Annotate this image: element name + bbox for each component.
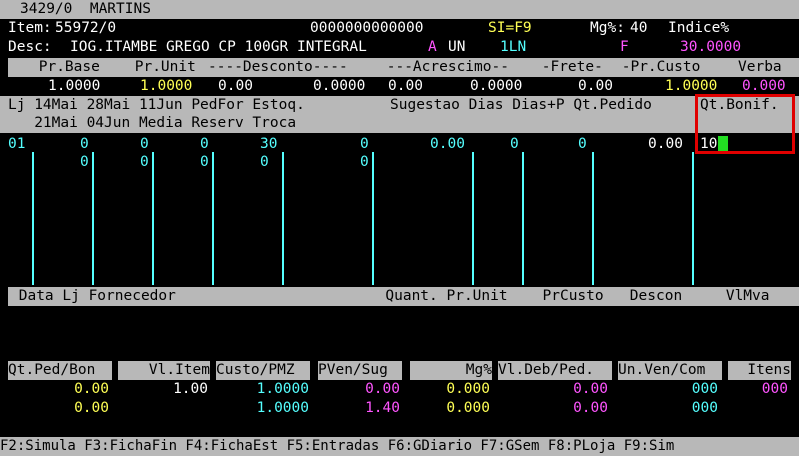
col-verba: Verba	[738, 59, 782, 75]
stock-row-2: 0 0 0 0 0	[0, 153, 799, 172]
qt-bonif-highlight	[695, 94, 795, 154]
v14mai: 0	[80, 136, 89, 152]
v11jun: 0	[200, 136, 209, 152]
col-vl-item: Vl.Item	[118, 361, 210, 380]
window-title: 3429/0 MARTINS	[20, 1, 151, 17]
un-ven-value: 000	[691, 381, 718, 397]
frete-value[interactable]: 0.00	[578, 77, 613, 96]
stock-header-line1: Lj 14Mai 28Mai 11Jun PedFor Estoq.	[8, 97, 305, 113]
column-divider	[592, 152, 594, 285]
si-indicator: SI=F9	[488, 20, 532, 36]
acrescimo2-value[interactable]: 0.0000	[470, 77, 522, 96]
column-divider	[212, 152, 214, 285]
col-acrescimo: ---Acrescimo--	[378, 59, 509, 75]
v21mai: 0	[80, 154, 89, 170]
mg-value: 0.000	[446, 381, 490, 397]
lot: 1LN	[500, 39, 527, 55]
indice-value: 30.0000	[680, 39, 742, 55]
product-code: 0000000000000	[310, 20, 424, 36]
pedfor-value: 30	[260, 136, 278, 152]
col-desconto: ----Desconto----	[208, 59, 348, 75]
column-divider	[32, 152, 34, 285]
desc-label: Desc:	[8, 39, 52, 55]
vl-item-value: 1.00	[173, 381, 208, 397]
product-description: IOG.ITAMBE GREGO CP 100GR INTEGRAL	[70, 39, 367, 55]
stock-header: Lj 14Mai 28Mai 11Jun PedFor Estoq. Suges…	[0, 96, 799, 133]
itens-value: 000	[761, 381, 788, 397]
pr-base-value[interactable]: 1.0000	[48, 77, 100, 96]
column-divider	[152, 152, 154, 285]
function-key-bar: F2:Simula F3:FichaFin F4:FichaEst F5:Ent…	[0, 437, 799, 456]
estoq-value: 0	[360, 136, 369, 152]
lj-value: 01	[8, 136, 26, 152]
item-label: Item:	[8, 20, 52, 36]
v28mai: 0	[140, 136, 149, 152]
stock-header-line2: 21Mai 04Jun Media Reserv Troca	[8, 115, 297, 131]
pven-value: 0.00	[365, 381, 400, 397]
sug-value: 1.40	[365, 400, 400, 416]
v04jun: 0	[140, 154, 149, 170]
diasp-value: 0	[578, 136, 587, 152]
col-pr-custo: -Pr.Custo	[613, 59, 701, 75]
price-values: 1.0000 1.0000 0.00 0.0000 0.00 0.0000 0.…	[0, 77, 799, 96]
dias-value: 0	[510, 136, 519, 152]
margin-label: Mg%:	[590, 20, 625, 36]
col-frete: -Frete-	[533, 59, 603, 75]
troca-value: 0	[360, 154, 369, 170]
history-header: Data Lj Fornecedor Quant. Pr.Unit PrCust…	[8, 287, 799, 306]
column-divider	[472, 152, 474, 285]
com-value: 000	[691, 400, 718, 416]
media-value: 0	[200, 154, 209, 170]
column-divider	[522, 152, 524, 285]
function-keys[interactable]: F2:Simula F3:FichaFin F4:FichaEst F5:Ent…	[0, 437, 674, 456]
qt-ped-value: 0.00	[74, 381, 109, 397]
desconto2-value[interactable]: 0.0000	[313, 77, 365, 96]
totals-header: Qt.Ped/Bon Vl.Item Custo/PMZ PVen/Sug Mg…	[0, 361, 799, 380]
price-header: Pr.Base Pr.Unit ----Desconto---- ---Acre…	[8, 58, 799, 77]
column-divider	[692, 152, 694, 285]
vl-deb-value: 0.00	[573, 381, 608, 397]
title-bar: 3429/0 MARTINS	[0, 0, 799, 19]
ped-value: 0.00	[573, 400, 608, 416]
col-vl-deb-ped: Vl.Deb/Ped.	[498, 361, 612, 380]
col-un-ven-com: Un.Ven/Com	[618, 361, 722, 380]
indice-label: Indice%	[668, 20, 730, 36]
col-itens: Itens	[728, 361, 791, 380]
col-pven-sug: PVen/Sug	[318, 361, 402, 380]
totals-row-1: 0.00 1.00 1.0000 0.00 0.000 0.00 000 000	[0, 380, 799, 399]
flag-a: A	[428, 39, 437, 55]
col-pr-base: Pr.Base	[30, 59, 100, 75]
col-pr-unit: Pr.Unit	[126, 59, 196, 75]
sugestao-value: 0.00	[430, 136, 465, 152]
col-qt-ped-bon: Qt.Ped/Bon	[8, 361, 112, 380]
mg2-value: 0.000	[446, 400, 490, 416]
qtpedido-value[interactable]: 0.00	[648, 135, 683, 154]
custo-value: 1.0000	[256, 381, 309, 397]
margin-value: 40	[630, 20, 648, 36]
item-row: Item: 55972/0 0000000000000 SI=F9 Mg%: 4…	[0, 19, 799, 38]
unit: UN	[448, 39, 466, 55]
column-divider	[92, 152, 94, 285]
stock-row-1: 01 0 0 0 30 0 0.00 0 0 0.00 10	[0, 135, 799, 154]
bon-value: 0.00	[74, 400, 109, 416]
acrescimo-value[interactable]: 0.00	[388, 77, 423, 96]
history-columns: Data Lj Fornecedor Quant. Pr.Unit PrCust…	[10, 288, 770, 304]
stock-header-line1b: Sugestao Dias Dias+P Qt.Pedido	[390, 97, 652, 113]
pr-unit-value[interactable]: 1.0000	[140, 77, 192, 96]
totals-row-2: 0.00 1.0000 1.40 0.000 0.00 000	[0, 399, 799, 418]
column-divider	[372, 152, 374, 285]
pmz-value: 1.0000	[256, 400, 309, 416]
flag-f: F	[620, 39, 629, 55]
item-value[interactable]: 55972/0	[55, 19, 116, 38]
col-mg: Mg%	[410, 361, 492, 380]
column-divider	[282, 152, 284, 285]
col-custo-pmz: Custo/PMZ	[216, 361, 310, 380]
desconto-value[interactable]: 0.00	[218, 77, 253, 96]
reserv-value: 0	[260, 154, 269, 170]
desc-row: Desc: IOG.ITAMBE GREGO CP 100GR INTEGRAL…	[0, 38, 799, 57]
